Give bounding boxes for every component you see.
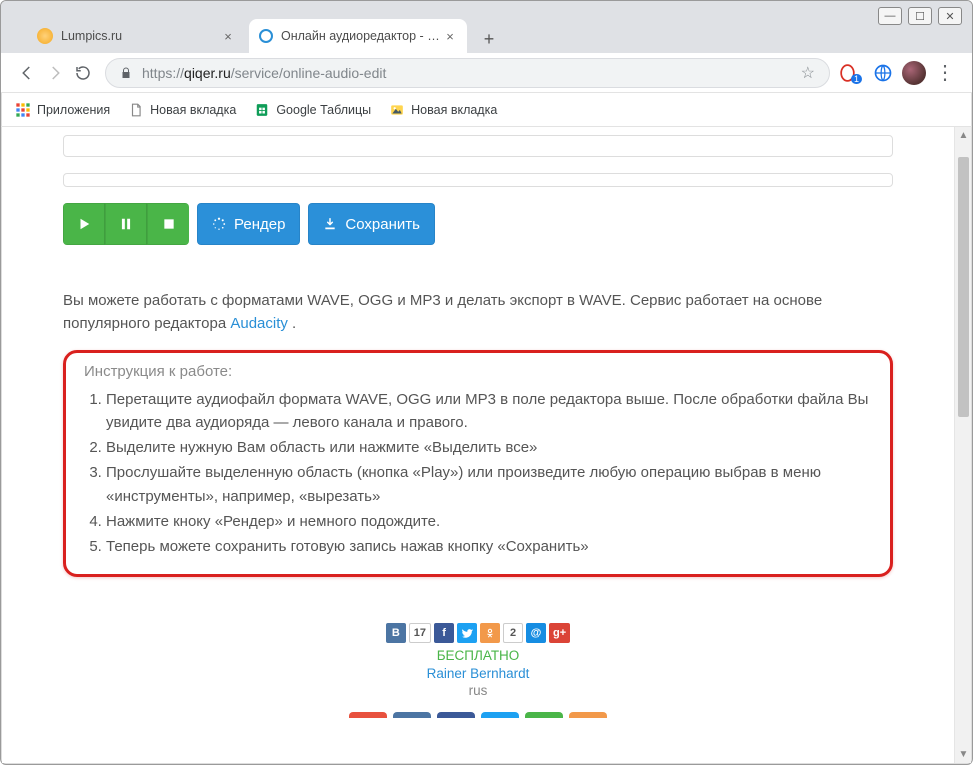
spinner-icon (212, 217, 226, 231)
tab-lumpics[interactable]: Lumpics.ru × (27, 19, 245, 53)
footer-chip[interactable] (481, 712, 519, 718)
extension-opera[interactable]: 1 (838, 58, 868, 88)
url-path: /service/online-audio-edit (231, 65, 387, 81)
favicon-lumpics (37, 28, 53, 44)
footer-chip[interactable] (525, 712, 563, 718)
stop-icon (162, 217, 176, 231)
menu-button[interactable]: ⋮ (930, 58, 960, 88)
tab-close-icon[interactable]: × (443, 29, 457, 43)
share-row: В 17 f 2 @ g+ (63, 623, 893, 643)
instructions-list: Перетащите аудиофайл формата WAVE, OGG и… (106, 388, 872, 559)
footer-chip[interactable] (569, 712, 607, 718)
back-button[interactable] (13, 59, 41, 87)
url-scheme: https:// (142, 65, 184, 81)
window-minimize[interactable]: — (878, 7, 902, 25)
scroll-down-icon[interactable]: ▼ (955, 746, 971, 763)
instruction-item: Выделите нужную Вам область или нажмите … (106, 436, 872, 459)
intro-text: Вы можете работать с форматами WAVE, OGG… (63, 289, 893, 336)
bookmark-sheets[interactable]: Google Таблицы (254, 102, 371, 118)
instructions-box: Инструкция к работе: Перетащите аудиофай… (63, 350, 893, 578)
new-tab-button[interactable]: + (475, 25, 503, 53)
bookmark-apps[interactable]: Приложения (15, 102, 110, 118)
tab-close-icon[interactable]: × (221, 29, 235, 43)
instruction-item: Нажмите кноку «Рендер» и немного подожди… (106, 510, 872, 533)
bookmarks-bar: Приложения Новая вкладка Google Таблицы … (1, 93, 972, 127)
save-label: Сохранить (345, 216, 420, 233)
share-gplus[interactable]: g+ (549, 623, 570, 643)
tab-title: Lumpics.ru (61, 29, 221, 43)
page-icon (128, 102, 144, 118)
page-content: Рендер Сохранить Вы можете работать с фо… (63, 127, 893, 728)
render-button[interactable]: Рендер (197, 203, 300, 245)
instruction-item: Перетащите аудиофайл формата WAVE, OGG и… (106, 388, 872, 435)
picture-icon (389, 102, 405, 118)
scroll-up-icon[interactable]: ▲ (955, 127, 971, 144)
pause-button[interactable] (105, 203, 147, 245)
address-bar[interactable]: https://qiqer.ru/service/online-audio-ed… (105, 58, 830, 88)
player-controls: Рендер Сохранить (63, 203, 893, 245)
bookmark-label: Приложения (37, 103, 110, 117)
tab-title: Онлайн аудиоредактор - редак (281, 29, 443, 43)
instructions-title: Инструкция к работе: (84, 363, 872, 380)
favicon-qiqer (259, 29, 273, 43)
footer-chip[interactable] (437, 712, 475, 718)
save-button[interactable]: Сохранить (308, 203, 435, 245)
bookmark-newtab-2[interactable]: Новая вкладка (389, 102, 497, 118)
footer-chip[interactable] (393, 712, 431, 718)
audacity-link[interactable]: Audacity (230, 315, 288, 332)
share-mail[interactable]: @ (526, 623, 546, 643)
footer-chip[interactable] (349, 712, 387, 718)
bookmark-label: Google Таблицы (276, 103, 371, 117)
sheets-icon (254, 102, 270, 118)
render-label: Рендер (234, 216, 285, 233)
intro-after: . (288, 315, 296, 332)
share-vk-count: 17 (409, 623, 431, 643)
twitter-icon (461, 627, 473, 639)
toolbar: https://qiqer.ru/service/online-audio-ed… (1, 53, 972, 93)
forward-button[interactable] (41, 59, 69, 87)
share-fb[interactable]: f (434, 623, 454, 643)
bookmark-label: Новая вкладка (150, 103, 236, 117)
instruction-item: Теперь можете сохранить готовую запись н… (106, 535, 872, 558)
page-footer: В 17 f 2 @ g+ БЕСПЛАТНО Rai (63, 623, 893, 718)
lock-icon (120, 66, 134, 80)
share-ok-count: 2 (503, 623, 523, 643)
footer-author-link[interactable]: Rainer Bernhardt (427, 666, 530, 681)
stop-button[interactable] (147, 203, 189, 245)
download-icon (323, 217, 337, 231)
share-vk[interactable]: В (386, 623, 406, 643)
share-ok[interactable] (480, 623, 500, 643)
url-host: qiqer.ru (184, 65, 231, 81)
ok-icon (485, 626, 495, 640)
vertical-scrollbar[interactable]: ▲ ▼ (954, 127, 971, 763)
bookmark-newtab-1[interactable]: Новая вкладка (128, 102, 236, 118)
instruction-item: Прослушайте выделенную область (кнопка «… (106, 461, 872, 508)
star-icon[interactable]: ☆ (801, 63, 815, 83)
play-icon (77, 217, 91, 231)
scroll-thumb[interactable] (958, 157, 969, 417)
footer-free: БЕСПЛАТНО (63, 647, 893, 665)
share-tw[interactable] (457, 623, 477, 643)
intro-before: Вы можете работать с форматами WAVE, OGG… (63, 292, 822, 332)
profile-avatar[interactable] (902, 61, 926, 85)
footer-buttons-row (63, 712, 893, 718)
reload-button[interactable] (69, 59, 97, 87)
editor-panel-top (63, 135, 893, 157)
pause-icon (119, 217, 133, 231)
window-maximize[interactable]: ☐ (908, 7, 932, 25)
tab-qiqer[interactable]: Онлайн аудиоредактор - редак × (249, 19, 467, 53)
extension-globe[interactable] (868, 58, 898, 88)
play-button[interactable] (63, 203, 105, 245)
apps-icon (15, 102, 31, 118)
editor-panel-bottom (63, 173, 893, 187)
window-close[interactable]: ✕ (938, 7, 962, 25)
bookmark-label: Новая вкладка (411, 103, 497, 117)
footer-lang: rus (63, 682, 893, 700)
tab-strip: Lumpics.ru × Онлайн аудиоредактор - реда… (1, 1, 972, 53)
